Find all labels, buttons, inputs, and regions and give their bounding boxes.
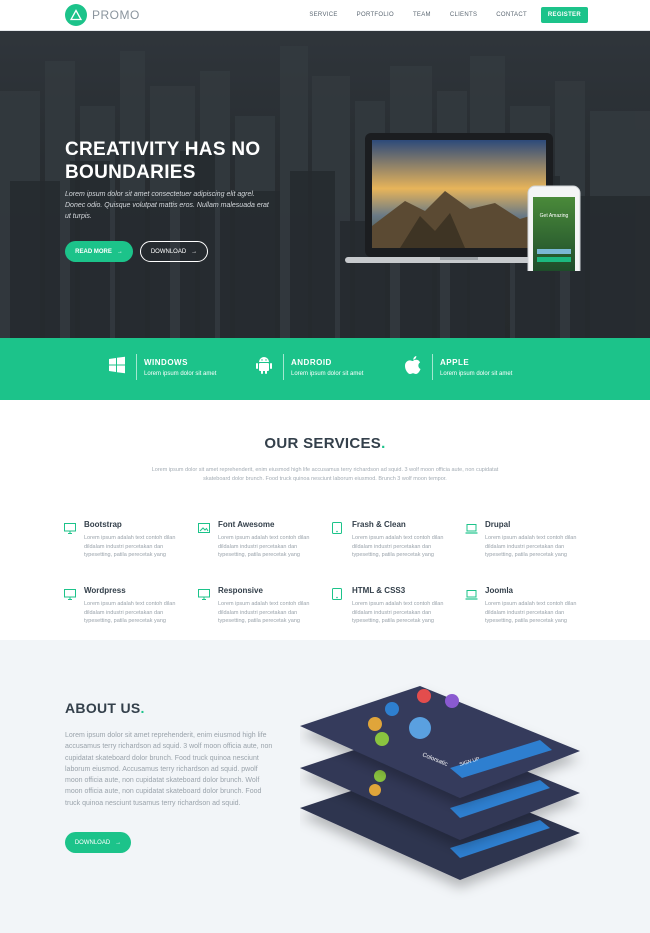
main-menu: SERVICE PORTFOLIO TEAM CLIENTS CONTACT R… xyxy=(290,7,588,23)
service-text: Lorem ipsum adalah text contoh dilan dil… xyxy=(485,535,577,558)
service-text: Lorem ipsum adalah text contoh dilan dil… xyxy=(218,535,310,558)
services-title: OUR SERVICES. xyxy=(264,435,386,452)
logo-triangle-icon xyxy=(65,4,87,26)
monitor-icon xyxy=(64,521,76,539)
hero-text: Lorem ipsum dolor sit amet consectetuer … xyxy=(65,191,269,220)
service-text: Lorem ipsum adalah text contoh dilan dil… xyxy=(218,601,310,624)
service-title: HTML & CSS3 xyxy=(352,586,406,595)
top-navbar: PROMO SERVICE PORTFOLIO TEAM CLIENTS CON… xyxy=(0,0,650,31)
logo-text: PROMO xyxy=(92,8,140,22)
service-text: Lorem ipsum adalah text contoh dilan dil… xyxy=(84,601,176,624)
nav-item-contact[interactable]: CONTACT xyxy=(496,12,527,18)
service-text: Lorem ipsum adalah text contoh dilan dil… xyxy=(352,601,444,624)
platform-subtitle: Lorem ipsum dolor sit amet xyxy=(144,370,217,377)
platform-windows[interactable]: WINDOWS Lorem ipsum dolor sit amet xyxy=(108,354,216,380)
platform-title: APPLE xyxy=(440,357,470,367)
device-mockup: Get Amazing xyxy=(345,133,581,271)
platforms-bar: WINDOWS Lorem ipsum dolor sit amet ANDRO… xyxy=(0,338,650,400)
about-title: ABOUT US. xyxy=(65,700,145,716)
image-icon xyxy=(198,521,210,539)
apple-icon xyxy=(404,355,422,380)
platform-android[interactable]: ANDROID Lorem ipsum dolor sit amet xyxy=(255,354,363,380)
platform-title: ANDROID xyxy=(291,357,332,367)
about-download-button[interactable]: DOWNLOAD → xyxy=(65,832,131,853)
service-text: Lorem ipsum adalah text contoh dilan dil… xyxy=(84,535,176,558)
register-button[interactable]: REGISTER xyxy=(540,7,588,23)
service-title: Responsive xyxy=(218,586,263,595)
monitor-icon xyxy=(198,587,210,605)
arrow-right-icon: → xyxy=(191,248,198,255)
monitor-icon xyxy=(64,587,76,605)
service-title: Drupal xyxy=(485,520,511,529)
divider xyxy=(432,354,433,380)
divider xyxy=(136,354,137,380)
laptop-icon xyxy=(465,587,478,605)
nav-item-service[interactable]: SERVICE xyxy=(309,12,337,18)
download-label: DOWNLOAD xyxy=(150,248,187,255)
hero-download-button[interactable]: DOWNLOAD → xyxy=(140,241,208,262)
tablet-icon xyxy=(332,521,342,539)
arrow-right-icon: → xyxy=(116,248,123,255)
laptop-icon xyxy=(465,521,478,539)
layered-app-screens: Colorsatic SIGN UP xyxy=(300,686,580,880)
read-more-label: READ MORE xyxy=(75,248,112,255)
hero-section: CREATIVITY HAS NO BOUNDARIES Lorem ipsum… xyxy=(0,31,650,338)
services-subtitle: Lorem ipsum dolor sit amet reprehenderit… xyxy=(151,467,499,482)
platform-apple[interactable]: APPLE Lorem ipsum dolor sit amet xyxy=(404,354,512,380)
windows-icon xyxy=(108,356,126,379)
nav-item-portfolio[interactable]: PORTFOLIO xyxy=(357,12,394,18)
tablet-icon xyxy=(332,587,342,605)
logo[interactable]: PROMO xyxy=(65,4,140,26)
about-section: ABOUT US. Lorem ipsum dolor sit amet rep… xyxy=(0,640,650,933)
arrow-right-icon: → xyxy=(115,839,122,846)
about-text: Lorem ipsum dolor sit amet reprehenderit… xyxy=(65,732,273,807)
platform-title: WINDOWS xyxy=(144,357,188,367)
service-title: Joomla xyxy=(485,586,514,595)
service-text: Lorem ipsum adalah text contoh dilan dil… xyxy=(352,535,444,558)
service-title: Wordpress xyxy=(84,586,126,595)
android-icon xyxy=(255,355,273,380)
service-title: Bootstrap xyxy=(84,520,122,529)
phone-caption: Get Amazing xyxy=(540,213,569,219)
read-more-button[interactable]: READ MORE → xyxy=(65,241,133,262)
platform-subtitle: Lorem ipsum dolor sit amet xyxy=(440,370,513,377)
service-title: Font Awesome xyxy=(218,520,275,529)
divider xyxy=(283,354,284,380)
service-text: Lorem ipsum adalah text contoh dilan dil… xyxy=(485,601,577,624)
platform-subtitle: Lorem ipsum dolor sit amet xyxy=(291,370,364,377)
hero-title: CREATIVITY HAS NO BOUNDARIES xyxy=(65,139,261,183)
service-title: Frash & Clean xyxy=(352,520,406,529)
nav-item-clients[interactable]: CLIENTS xyxy=(450,12,477,18)
download-label: DOWNLOAD xyxy=(74,839,111,846)
nav-item-team[interactable]: TEAM xyxy=(413,12,431,18)
